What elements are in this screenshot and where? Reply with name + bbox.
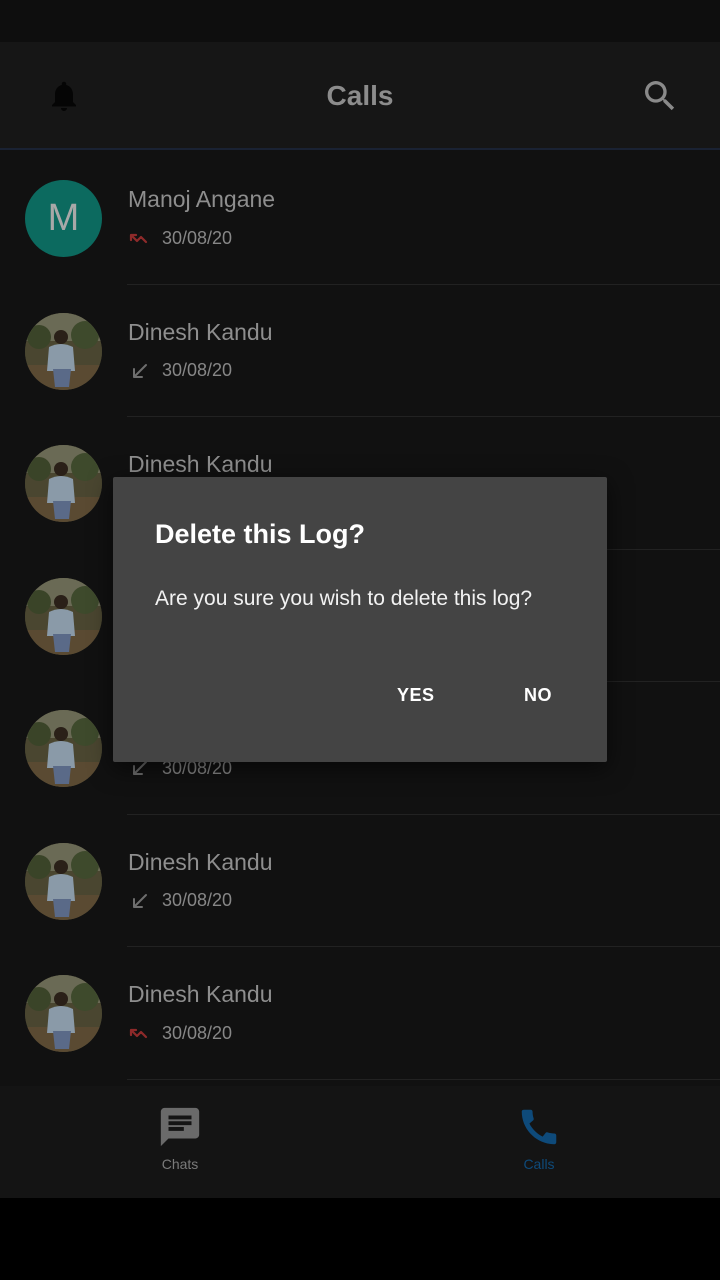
avatar[interactable] [25, 975, 102, 1052]
avatar[interactable] [25, 842, 102, 920]
caller-name: Dinesh Kandu [128, 848, 273, 875]
call-date: 30/08/20 [162, 1022, 233, 1043]
call-date: 30/08/20 [162, 227, 233, 248]
call-date: 30/08/20 [162, 890, 233, 910]
bottom-navigation: Chats Calls [0, 1086, 720, 1198]
avatar[interactable]: M [25, 180, 102, 257]
caller-name: Dinesh Kandu [128, 981, 273, 1007]
nav-calls-label: Calls [523, 1156, 555, 1172]
nav-chats[interactable]: Chats [120, 1104, 240, 1172]
delete-log-dialog: Delete this Log? Are you sure you wish t… [113, 477, 607, 762]
avatar[interactable] [25, 445, 102, 522]
call-meta: 30/08/20 [128, 359, 232, 383]
call-meta: 30/08/20 [128, 226, 232, 250]
yes-button[interactable]: YES [397, 685, 435, 706]
phone-icon [521, 1109, 557, 1145]
incoming-call-icon [133, 363, 147, 378]
incoming-call-icon [133, 893, 147, 908]
divider [127, 1078, 720, 1080]
no-button[interactable]: NO [524, 685, 552, 706]
call-date: 30/08/20 [162, 360, 233, 380]
nav-chats-label: Chats [161, 1156, 199, 1172]
avatar[interactable] [25, 312, 102, 390]
chat-icon [160, 1107, 200, 1147]
dialog-message: Are you sure you wish to delete this log… [155, 587, 533, 610]
call-log-item[interactable]: Dinesh Kandu 30/08/20 [0, 947, 720, 1080]
dialog-title: Delete this Log? [155, 519, 366, 549]
status-bar [0, 0, 720, 42]
caller-name: Manoj Angane [128, 186, 276, 212]
call-meta: 30/08/20 [128, 1021, 232, 1045]
page-title: Calls [326, 80, 394, 111]
call-meta: 30/08/20 [128, 889, 232, 913]
app-bar: Calls [0, 42, 720, 150]
caller-name: Dinesh Kandu [128, 451, 273, 477]
caller-name: Dinesh Kandu [128, 318, 273, 345]
system-navigation-bar [0, 1198, 720, 1280]
search-icon[interactable] [640, 76, 680, 116]
call-log-item[interactable]: Dinesh Kandu 30/08/20 [0, 285, 720, 417]
call-log-item[interactable]: M Manoj Angane 30/08/20 [0, 152, 720, 285]
nav-calls[interactable]: Calls [479, 1104, 599, 1172]
avatar[interactable] [25, 577, 102, 655]
missed-call-icon [129, 233, 148, 244]
avatar[interactable] [25, 710, 102, 787]
call-log-item[interactable]: Dinesh Kandu 30/08/20 [0, 815, 720, 947]
missed-call-icon [129, 1028, 148, 1039]
